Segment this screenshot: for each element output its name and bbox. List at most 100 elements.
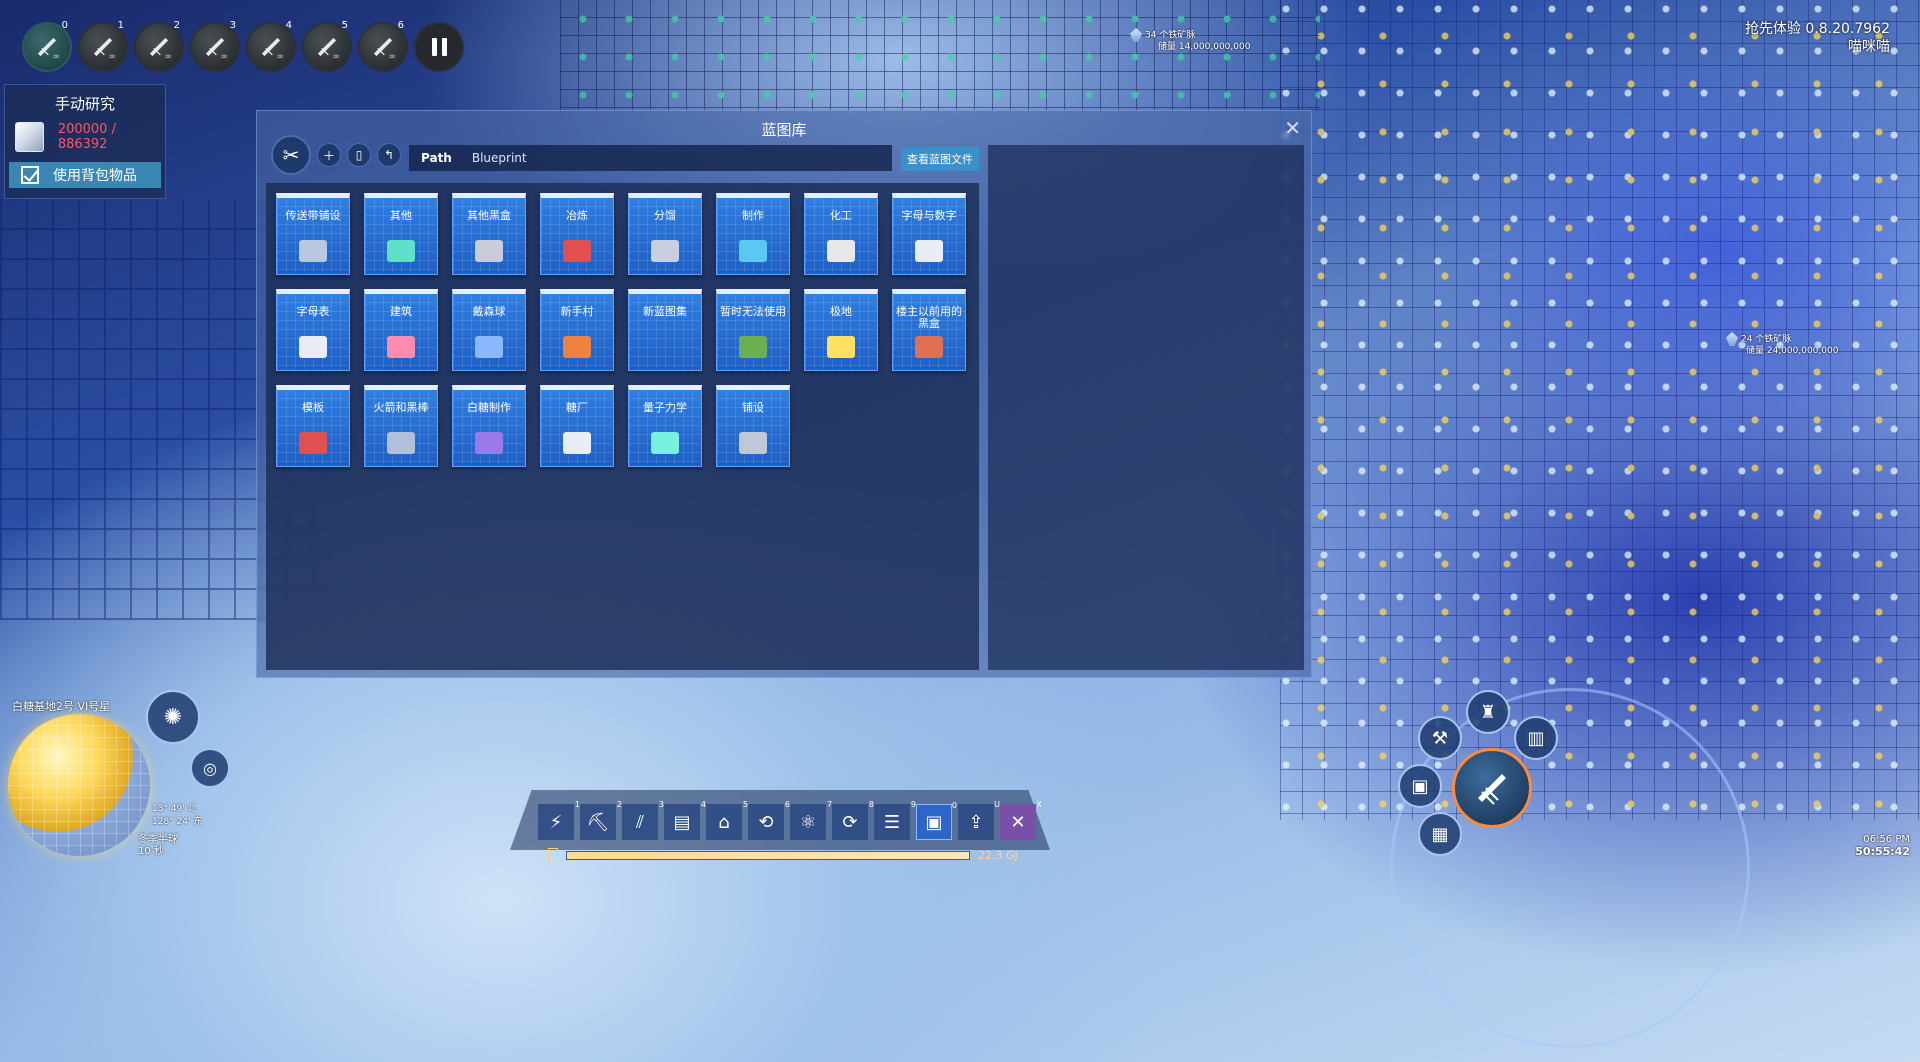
blueprint-folder[interactable]: 冶炼: [540, 193, 614, 275]
close-icon[interactable]: ✕: [1284, 116, 1301, 140]
slot-number: 1: [117, 20, 124, 31]
conveyor-icon[interactable]: ⫽ 3: [622, 800, 664, 840]
cube-icon: [560, 428, 594, 458]
wall-icon[interactable]: ☰ 9: [874, 800, 916, 840]
planet-globe[interactable]: [8, 714, 150, 856]
slot-number: 5: [341, 20, 348, 31]
folder-name: 其他: [390, 209, 412, 222]
blueprint-folder[interactable]: 新蓝图集: [628, 289, 702, 371]
clock: 06:56 PM 50:55:42: [1855, 834, 1910, 858]
tools-icon[interactable]: ⚒: [1418, 716, 1462, 760]
slot-infinity: ∞: [388, 52, 397, 62]
toolbar-glyph: ⟳: [842, 811, 858, 833]
toolbar-glyph: ⟲: [758, 811, 774, 833]
iron-ore-icon: [1130, 28, 1142, 42]
blueprint-grid-icon[interactable]: ▦: [1418, 812, 1462, 856]
blueprint-folder[interactable]: 新手村: [540, 289, 614, 371]
blueprint-folder[interactable]: 量子力学: [628, 385, 702, 467]
folder-name: 楼主以前用的黑盒: [896, 305, 962, 330]
blueprint-folder[interactable]: 铺设: [716, 385, 790, 467]
folder-name: 铺设: [742, 401, 764, 414]
assembler-icon: [736, 236, 770, 266]
ore-icon: [736, 332, 770, 362]
blueprint-folder[interactable]: 白糖制作: [452, 385, 526, 467]
research-row: 200000 / 886392: [15, 122, 165, 152]
blueprint-folder[interactable]: 火箭和黑棒: [364, 385, 438, 467]
slot-number: 3: [229, 20, 236, 31]
blueprint-folder[interactable]: 其他: [364, 193, 438, 275]
factory-icon[interactable]: ⌂ 5: [706, 800, 748, 840]
drone-slot[interactable]: 5 ∞: [302, 20, 352, 72]
stats-icon[interactable]: ▥: [1514, 716, 1558, 760]
blueprint-folder[interactable]: 传送带铺设: [276, 193, 350, 275]
mecha-drone-button[interactable]: [1452, 748, 1532, 828]
blueprint-folder[interactable]: 楼主以前用的黑盒: [892, 289, 966, 371]
research-icon[interactable]: ⟳ 8: [832, 800, 874, 840]
blueprint-folder[interactable]: 分馏: [628, 193, 702, 275]
dismantle-icon[interactable]: ✕ X: [1000, 800, 1042, 840]
folder-name: 量子力学: [643, 401, 687, 414]
blueprint-folder[interactable]: 其他黑盒: [452, 193, 526, 275]
storage-icon[interactable]: ▤ 4: [664, 800, 706, 840]
rocket-icon: [384, 428, 418, 458]
blueprint-folder[interactable]: 极地: [804, 289, 878, 371]
mech-icon[interactable]: ♜: [1466, 690, 1510, 734]
drone-slot[interactable]: 0 ∞: [22, 20, 72, 72]
blueprint-folder[interactable]: 建筑: [364, 289, 438, 371]
orbit-icon[interactable]: ◎: [190, 748, 230, 788]
folder-name: 火箭和黑棒: [373, 401, 429, 414]
research-title: 手动研究: [54, 95, 115, 113]
new-file-icon[interactable]: ＋: [317, 143, 341, 167]
slot-infinity: ∞: [52, 52, 61, 62]
manual-research-panel: 手动研究 200000 / 886392 使用背包物品: [4, 84, 166, 199]
folder-name: 新蓝图集: [643, 305, 687, 318]
iron-ore-icon: [1726, 332, 1738, 346]
folder-name: 化工: [830, 209, 852, 222]
blueprint-icon[interactable]: ▣ 0: [916, 801, 957, 840]
inventory-cube-icon[interactable]: ▣: [1398, 764, 1442, 808]
smelter-icon: [560, 236, 594, 266]
satellite-icon: [472, 332, 506, 362]
blueprint-folder[interactable]: 化工: [804, 193, 878, 275]
toolbar-glyph: ⚛: [799, 811, 817, 833]
use-inventory-toggle[interactable]: 使用背包物品: [9, 162, 161, 188]
checkbox-icon[interactable]: [21, 166, 39, 184]
toolbar-glyph: ▤: [673, 811, 691, 833]
mining-icon[interactable]: ⛏ 2: [580, 800, 622, 840]
drone-slots: 0 ∞ 1 ∞ 2 ∞ 3 ∞ 4 ∞ 5 ∞ 6 ∞: [22, 20, 464, 72]
slot-infinity: ∞: [108, 52, 117, 62]
drone-slot[interactable]: 6 ∞: [358, 20, 408, 72]
view-blueprint-files-button[interactable]: 查看蓝图文件: [901, 147, 979, 171]
folder-name: 白糖制作: [467, 401, 511, 414]
folder-name: 暂时无法使用: [720, 305, 786, 318]
cluster-icon: [912, 332, 946, 362]
blueprint-folder[interactable]: 制作: [716, 193, 790, 275]
playtime: 50:55:42: [1855, 845, 1910, 858]
blueprint-folder[interactable]: 暂时无法使用: [716, 289, 790, 371]
pause-button[interactable]: [414, 22, 464, 72]
upgrade-icon[interactable]: ⇪ U: [958, 800, 1000, 840]
blueprint-folder[interactable]: 字母与数字: [892, 193, 966, 275]
drone-slot[interactable]: 1 ∞: [78, 20, 128, 72]
folder-name: 糖厂: [566, 401, 588, 414]
slot-number: 0: [61, 20, 68, 31]
scissors-icon[interactable]: ✂: [271, 135, 311, 175]
toolbar-glyph: ⚡: [549, 811, 563, 833]
folder-name: 建筑: [390, 305, 412, 318]
logistics-icon[interactable]: ⟲ 6: [748, 800, 790, 840]
drone-slot[interactable]: 2 ∞: [134, 20, 184, 72]
new-folder-icon[interactable]: ▯: [347, 143, 371, 167]
parent-folder-icon[interactable]: ↰: [377, 143, 401, 167]
chemistry-icon[interactable]: ⚛ 7: [790, 800, 832, 840]
toolbar-glyph: ▣: [925, 811, 943, 833]
drone-slot[interactable]: 3 ∞: [190, 20, 240, 72]
drone-slot[interactable]: 4 ∞: [246, 20, 296, 72]
blueprint-folder[interactable]: 模板: [276, 385, 350, 467]
blueprint-folder[interactable]: 字母表: [276, 289, 350, 371]
folder-name: 冶炼: [566, 209, 588, 222]
blueprint-folder[interactable]: 戴森球: [452, 289, 526, 371]
star-map-icon[interactable]: ✺: [146, 690, 200, 744]
blueprint-folder[interactable]: 糖厂: [540, 385, 614, 467]
folder-name: 制作: [742, 209, 764, 222]
power-icon[interactable]: ⚡ 1: [538, 800, 580, 840]
